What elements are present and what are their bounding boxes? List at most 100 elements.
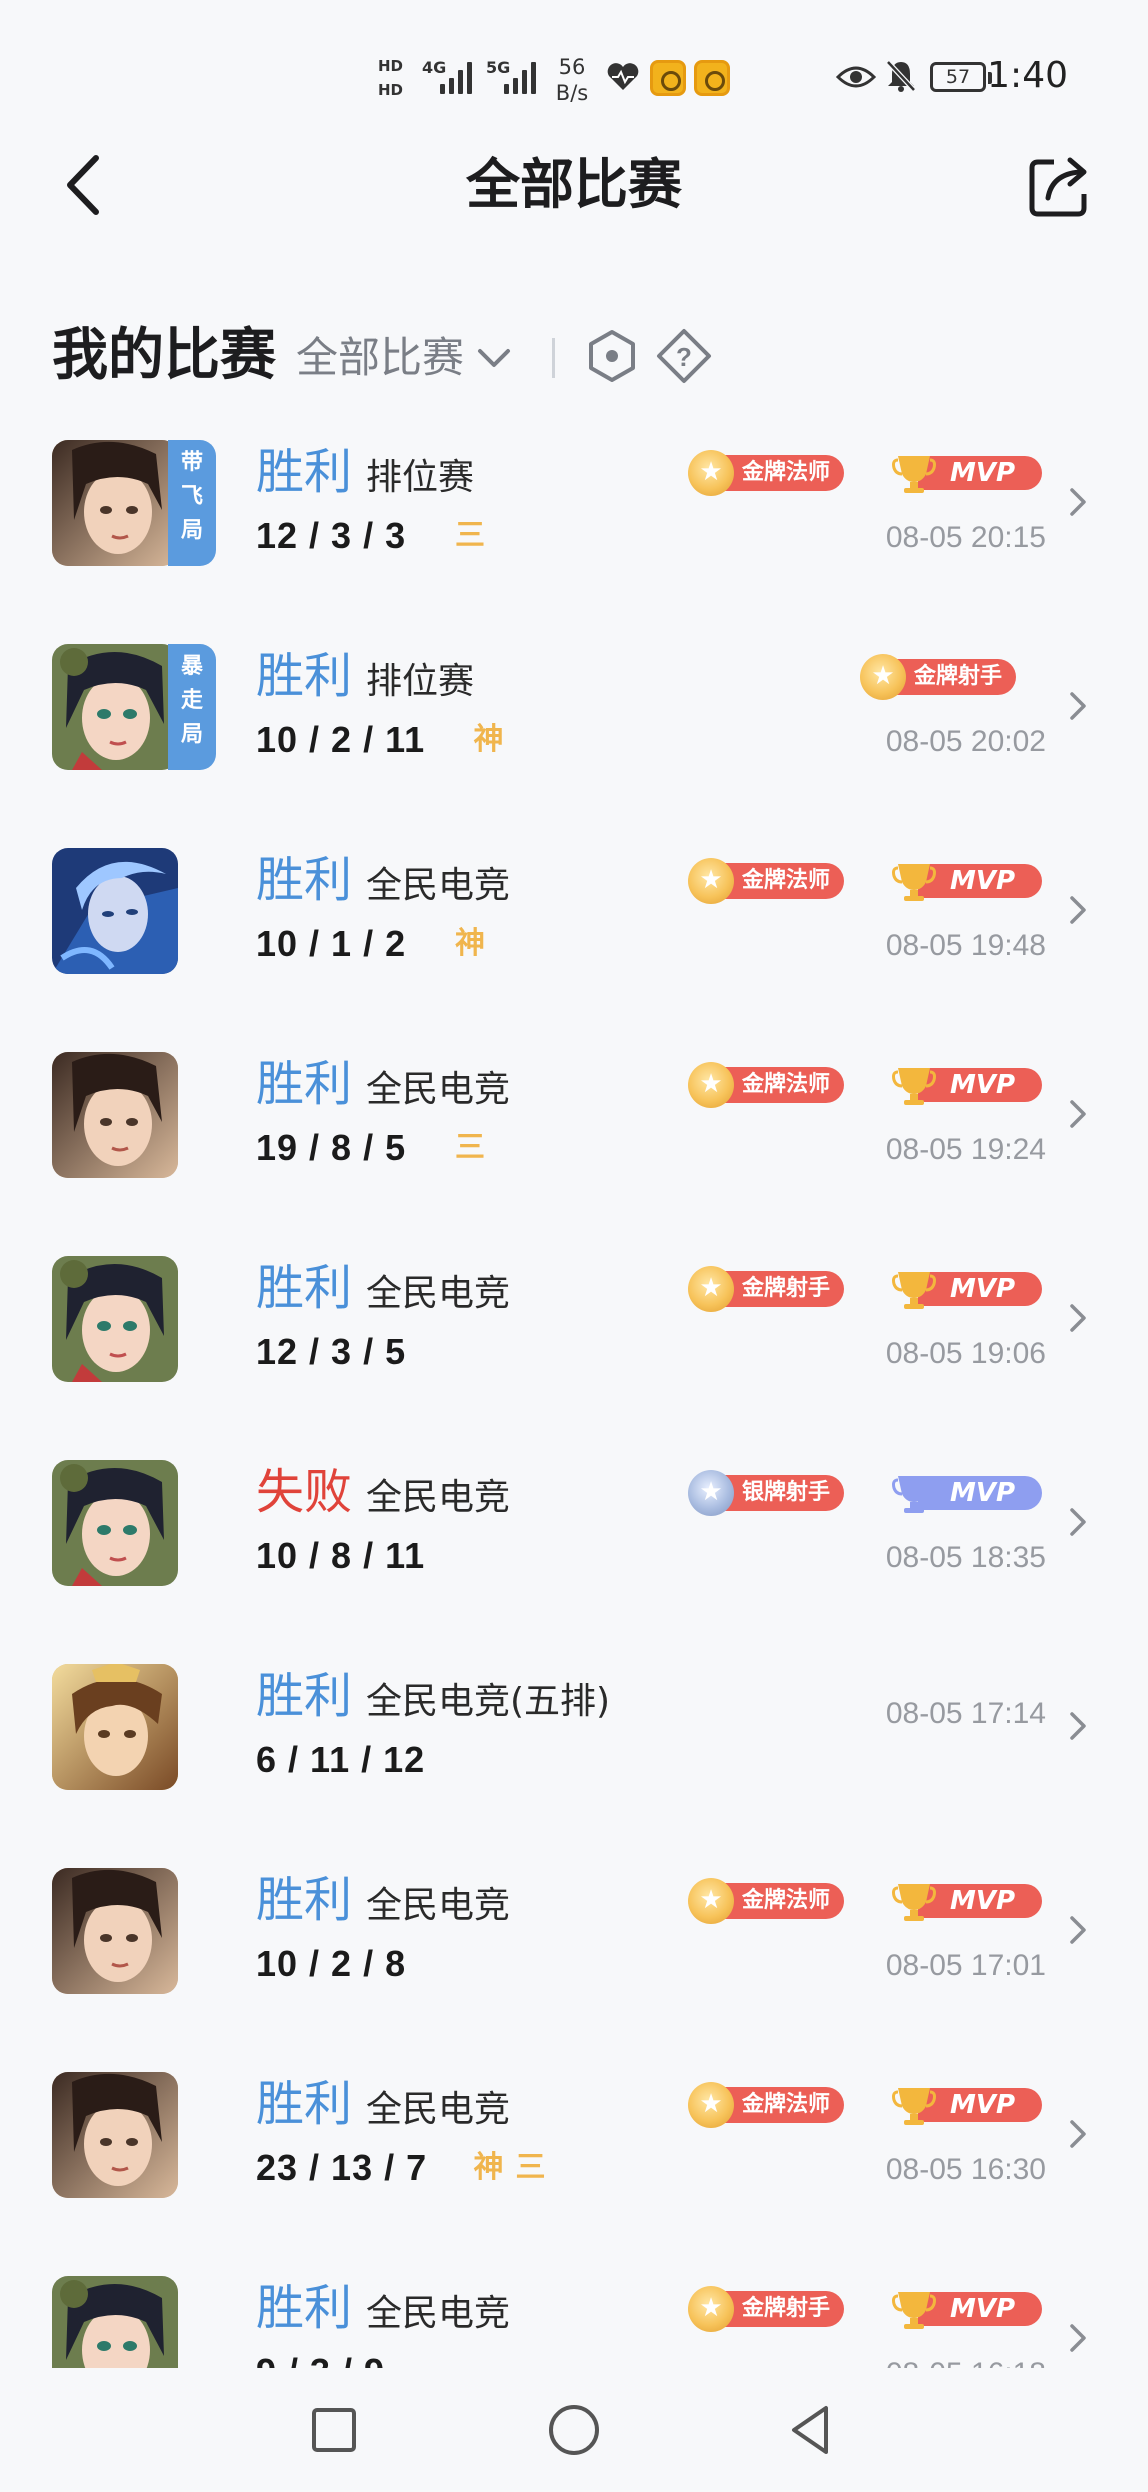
hd-indicator-1: HD <box>378 57 404 75</box>
hero-avatar <box>52 2072 178 2198</box>
mvp-badge: MVP <box>892 1878 1042 1924</box>
mvp-label: MVP <box>918 2292 1042 2326</box>
trophy-icon <box>892 1884 936 1921</box>
match-row[interactable]: 胜利 全民电竞 23 / 13 / 7 神三金牌法师 ★ MVP 08-05 16:30 <box>0 2062 1148 2262</box>
medal-star-icon: ★ <box>688 858 734 904</box>
match-feature-badge: 带飞局 <box>168 440 216 566</box>
match-result: 胜利 <box>256 1872 353 1928</box>
match-result: 胜利 <box>256 1668 353 1724</box>
chevron-right-icon <box>1070 1508 1086 1536</box>
help-button[interactable]: ? <box>654 326 714 386</box>
battery-indicator: 57 <box>930 62 992 92</box>
section-title: 我的比赛 <box>52 323 276 388</box>
kda-score: 19 / 8 / 5 <box>256 1127 407 1168</box>
chevron-right-icon <box>1070 1712 1086 1740</box>
match-row[interactable]: 暴走局胜利 排位赛 10 / 2 / 11 神金牌射手 ★ 08-05 20:02 <box>0 634 1148 834</box>
match-row[interactable]: 胜利 全民电竞 12 / 3 / 5 金牌射手 ★ MVP 08-05 19:06 <box>0 1246 1148 1446</box>
match-mode: 全民电竞 <box>366 865 511 906</box>
medal-star-icon: ★ <box>688 1878 734 1924</box>
triple-kill-tag: 三 <box>515 2150 546 2185</box>
chevron-right-icon <box>1070 2324 1086 2352</box>
mvp-badge: MVP <box>892 1266 1042 1312</box>
badge-char: 走 <box>180 688 203 713</box>
match-row[interactable]: 胜利全民电竞9 / 3 / 9金牌射手★MVP08-05 16:18 <box>0 2266 1148 2368</box>
health-heart-icon <box>607 63 639 90</box>
eye-icon <box>836 66 876 88</box>
status-time: 1:40 <box>987 55 1068 96</box>
medal-star-icon: ★ <box>860 654 906 700</box>
match-row[interactable]: 胜利 全民电竞 10 / 1 / 2 神金牌法师 ★ MVP 08-05 19:48 <box>0 838 1148 1038</box>
signal-bars-1-icon <box>440 60 472 94</box>
kda-score: 6 / 11 / 12 <box>256 1739 426 1780</box>
trophy-icon <box>892 864 936 901</box>
match-time: 08-05 16:18 <box>886 2354 1046 2368</box>
back-nav-button[interactable] <box>780 2398 844 2462</box>
triple-kill-tag: 三 <box>455 518 485 553</box>
match-result: 胜利 <box>256 1056 353 1112</box>
filter-value: 全部比赛 <box>296 333 465 382</box>
triple-kill-tag: 三 <box>455 1130 485 1165</box>
match-feature-badge: 暴走局 <box>168 644 216 770</box>
mvp-label: MVP <box>918 864 1042 898</box>
match-result: 胜利 <box>256 2280 353 2336</box>
match-time: 08-05 17:01 <box>885 1949 1046 1982</box>
recent-apps-button[interactable] <box>302 2398 366 2462</box>
chevron-down-icon <box>478 349 511 367</box>
hd-indicator-2: HD <box>378 81 404 99</box>
home-button[interactable] <box>542 2398 606 2462</box>
match-filter-dropdown[interactable]: 全部比赛 <box>296 330 514 386</box>
match-time: 08-05 17:14 <box>885 1697 1046 1730</box>
badge-char: 局 <box>180 722 203 747</box>
app-root: HD HD 4G 5G 56 B/s 57 1:40 全部比赛 我的比赛 全部比… <box>0 0 1148 2492</box>
match-row[interactable]: 胜利 全民电竞 10 / 2 / 8 金牌法师 ★ MVP 08-05 17:01 <box>0 1858 1148 2058</box>
kda-score: 23 / 13 / 7 <box>256 2147 428 2188</box>
trophy-icon <box>892 1476 936 1513</box>
match-result: 胜利 <box>256 2076 353 2132</box>
medal-star-icon: ★ <box>688 2082 734 2128</box>
match-row[interactable]: 带飞局胜利 排位赛 12 / 3 / 3 三金牌法师 ★ MVP 08-05 20:15 <box>0 430 1148 630</box>
mvp-badge: MVP <box>892 858 1042 904</box>
game-app-icon-1 <box>650 60 686 96</box>
badge-char: 局 <box>180 518 203 543</box>
godlike-tag: 神 <box>455 926 485 961</box>
kda-score: 10 / 8 / 11 <box>256 1535 426 1576</box>
hero-avatar <box>52 1664 178 1790</box>
hero-avatar <box>52 1868 178 1994</box>
match-row[interactable]: 胜利 全民电竞 19 / 8 / 5 三金牌法师 ★ MVP 08-05 19:24 <box>0 1042 1148 1242</box>
match-time: 08-05 20:02 <box>885 725 1046 758</box>
match-time: 08-05 20:15 <box>885 521 1046 554</box>
kda-score: 12 / 3 / 5 <box>256 1331 407 1372</box>
match-mode: 全民电竞 <box>366 1069 511 1110</box>
mvp-label: MVP <box>918 1272 1042 1306</box>
match-time: 08-05 19:06 <box>885 1337 1046 1370</box>
match-row[interactable]: 胜利 全民电竞(五排) 6 / 11 / 12 08-05 17:14 <box>0 1654 1148 1854</box>
share-button[interactable] <box>1024 150 1096 222</box>
mvp-label: MVP <box>918 2088 1042 2122</box>
kda-score: 10 / 2 / 8 <box>256 1943 407 1984</box>
kda-score: 9 / 3 / 9 <box>256 2350 385 2368</box>
kda-score: 10 / 1 / 2 <box>256 923 407 964</box>
match-list[interactable]: 带飞局胜利 排位赛 12 / 3 / 3 三金牌法师 ★ MVP 08-05 20:15 暴走… <box>0 430 1148 2368</box>
badge-char: 带 <box>180 450 203 475</box>
match-mode: 排位赛 <box>366 457 475 498</box>
chevron-right-icon <box>1070 896 1086 924</box>
chevron-right-icon <box>1070 1100 1086 1128</box>
filter-row: 我的比赛 全部比赛 ? <box>52 316 1112 396</box>
chevron-right-icon <box>1070 692 1086 720</box>
mvp-badge: MVP <box>892 2082 1042 2128</box>
match-result: 胜利 <box>256 444 353 500</box>
signal-bars-2-icon <box>504 60 536 94</box>
speed-value: 56 <box>558 55 586 79</box>
mute-bell-icon <box>886 60 916 92</box>
game-app-icon-2 <box>694 60 730 96</box>
match-time: 08-05 19:24 <box>885 1133 1046 1166</box>
match-row[interactable]: 失败 全民电竞 10 / 8 / 11 银牌射手 ★ MVP 08-05 18:35 <box>0 1450 1148 1650</box>
match-time: 08-05 19:48 <box>885 929 1046 962</box>
medal-star-icon: ★ <box>688 450 734 496</box>
mvp-label: MVP <box>918 1068 1042 1102</box>
medal-star-icon: ★ <box>688 1266 734 1312</box>
hexagon-settings-button[interactable] <box>582 326 642 386</box>
trophy-icon <box>892 2292 936 2329</box>
chevron-right-icon <box>1070 2120 1086 2148</box>
chevron-right-icon <box>1070 1304 1086 1332</box>
